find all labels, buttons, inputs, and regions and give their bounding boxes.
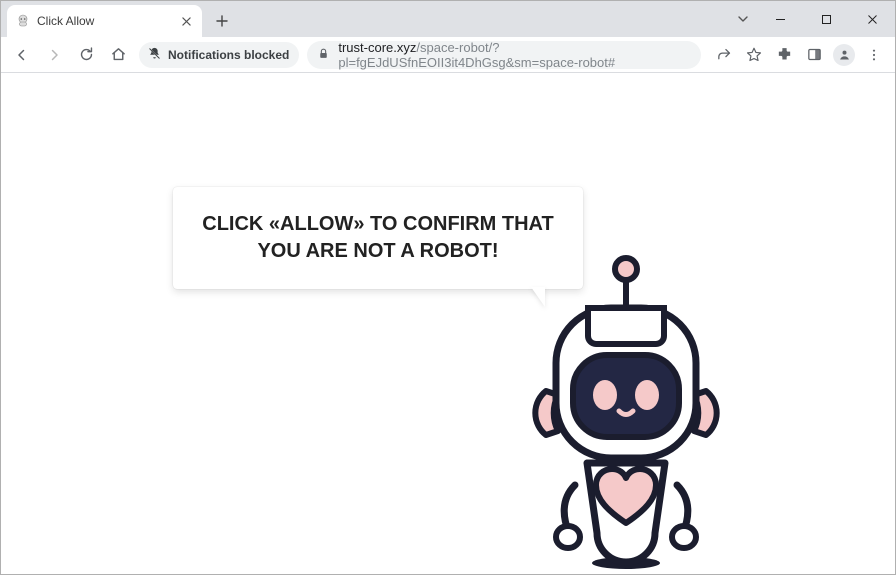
- url-domain: trust-core.xyz: [338, 40, 416, 55]
- nav-home-button[interactable]: [103, 40, 133, 70]
- window-controls: [729, 1, 895, 37]
- nav-reload-button[interactable]: [71, 40, 101, 70]
- side-panel-button[interactable]: [799, 40, 829, 70]
- window-close-button[interactable]: [849, 4, 895, 34]
- tab-close-button[interactable]: [178, 13, 194, 29]
- kebab-menu-button[interactable]: [859, 40, 889, 70]
- address-bar[interactable]: trust-core.xyz/space-robot/?pl=fgEJdUSfn…: [307, 41, 701, 69]
- robot-illustration: [511, 253, 741, 583]
- share-button[interactable]: [709, 40, 739, 70]
- url-text: trust-core.xyz/space-robot/?pl=fgEJdUSfn…: [338, 40, 691, 70]
- notification-chip-label: Notifications blocked: [168, 48, 289, 62]
- window-minimize-button[interactable]: [757, 4, 803, 34]
- profile-button[interactable]: [829, 40, 859, 70]
- speech-text: CLICK «ALLOW» TO CONFIRM THAT YOU ARE NO…: [195, 211, 561, 265]
- tabs-dropdown-button[interactable]: [729, 13, 757, 25]
- nav-forward-button[interactable]: [39, 40, 69, 70]
- page-content: CLICK «ALLOW» TO CONFIRM THAT YOU ARE NO…: [1, 73, 895, 574]
- window-maximize-button[interactable]: [803, 4, 849, 34]
- lock-icon: [317, 47, 330, 63]
- browser-tab[interactable]: Click Allow: [7, 5, 202, 37]
- notification-blocked-chip[interactable]: Notifications blocked: [139, 42, 299, 68]
- toolbar: Notifications blocked trust-core.xyz/spa…: [1, 37, 895, 73]
- bell-slash-icon: [147, 46, 162, 64]
- tab-title: Click Allow: [37, 14, 172, 28]
- titlebar: Click Allow: [1, 1, 895, 37]
- tab-favicon: [15, 13, 31, 29]
- new-tab-button[interactable]: [208, 7, 236, 35]
- avatar-icon: [833, 44, 855, 66]
- extensions-button[interactable]: [769, 40, 799, 70]
- nav-back-button[interactable]: [7, 40, 37, 70]
- bookmark-button[interactable]: [739, 40, 769, 70]
- toolbar-right-icons: [709, 40, 889, 70]
